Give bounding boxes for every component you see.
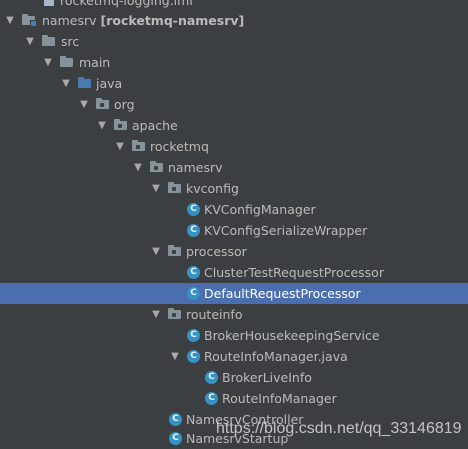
package-icon: [96, 98, 109, 109]
class-icon: C: [187, 329, 200, 342]
project-tree: rocketmq-logging.iml ▼ namesrv [rocketmq…: [0, 0, 468, 449]
tree-row-apache[interactable]: ▼ apache: [0, 115, 468, 136]
tree-row-label: main: [79, 55, 111, 70]
expand-arrow-icon[interactable]: ▼: [150, 241, 162, 262]
tree-row-label: src: [61, 34, 80, 49]
class-icon: C: [187, 266, 200, 279]
tree-row-label: namesrv: [168, 160, 223, 175]
expand-arrow-icon[interactable]: ▼: [42, 52, 54, 73]
package-icon: [114, 119, 127, 130]
expand-arrow-icon[interactable]: ▼: [4, 10, 16, 31]
tree-row-label: routeinfo: [186, 307, 243, 322]
tree-row-label: java: [96, 76, 123, 91]
tree-row-main[interactable]: ▼ main: [0, 52, 468, 73]
expand-arrow-icon[interactable]: ▼: [114, 136, 126, 157]
package-icon: [168, 182, 181, 193]
tree-row-routeinfo[interactable]: ▼ routeinfo: [0, 304, 468, 325]
expand-arrow-icon[interactable]: ▼: [24, 31, 36, 52]
tree-row-label: apache: [132, 118, 178, 133]
class-icon: C: [205, 392, 218, 405]
module-folder-icon: [22, 14, 37, 27]
tree-row-java[interactable]: ▼ java: [0, 73, 468, 94]
tree-row-label: KVConfigManager: [204, 202, 316, 217]
folder-icon: [42, 35, 55, 46]
iml-file-icon: [44, 0, 54, 6]
tree-row-label: RouteInfoManager.java: [204, 349, 348, 364]
tree-row-label: KVConfigSerializeWrapper: [204, 223, 368, 238]
package-icon: [168, 245, 181, 256]
tree-row-org[interactable]: ▼ org: [0, 94, 468, 115]
tree-row-kvconfig[interactable]: ▼ kvconfig: [0, 178, 468, 199]
tree-row-src[interactable]: ▼ src: [0, 31, 468, 52]
tree-row-label: kvconfig: [186, 181, 239, 196]
class-icon: C: [187, 350, 200, 363]
class-icon: C: [205, 371, 218, 384]
expand-arrow-icon[interactable]: ▼: [169, 346, 181, 367]
tree-row-label: DefaultRequestProcessor: [204, 286, 361, 301]
tree-row-class[interactable]: C RouteInfoManager: [0, 388, 468, 409]
tree-row-label: ClusterTestRequestProcessor: [204, 265, 384, 280]
folder-icon: [60, 56, 73, 67]
tree-row-label: BrokerHousekeepingService: [204, 328, 380, 343]
tree-row-class[interactable]: C BrokerHousekeepingService: [0, 325, 468, 346]
expand-arrow-icon[interactable]: ▼: [96, 115, 108, 136]
class-icon: C: [187, 203, 200, 216]
tree-row-label: RouteInfoManager: [222, 391, 337, 406]
tree-row-java-file[interactable]: ▼ C RouteInfoManager.java: [0, 346, 468, 367]
tree-row-label: processor: [186, 244, 247, 259]
expand-arrow-icon[interactable]: ▼: [150, 304, 162, 325]
tree-row-label: rocketmq: [150, 139, 209, 154]
tree-row-class[interactable]: C KVConfigSerializeWrapper: [0, 220, 468, 241]
tree-row-label: BrokerLiveInfo: [222, 370, 312, 385]
package-icon: [168, 308, 181, 319]
class-icon: C: [169, 432, 182, 445]
module-name: namesrv: [42, 13, 97, 28]
class-icon: C: [187, 224, 200, 237]
class-icon: C: [187, 287, 200, 300]
tree-row-class[interactable]: C BrokerLiveInfo: [0, 367, 468, 388]
source-folder-icon: [78, 77, 91, 88]
tree-row-processor[interactable]: ▼ processor: [0, 241, 468, 262]
expand-arrow-icon[interactable]: ▼: [60, 73, 72, 94]
tree-row-class-selected[interactable]: C DefaultRequestProcessor: [0, 283, 468, 304]
expand-arrow-icon[interactable]: ▼: [78, 94, 90, 115]
tree-row-namesrv-package[interactable]: ▼ namesrv: [0, 157, 468, 178]
tree-row-label: org: [114, 97, 135, 112]
tree-row-module-namesrv[interactable]: ▼ namesrv [rocketmq-namesrv]: [0, 10, 468, 31]
module-qualifier: [rocketmq-namesrv]: [100, 13, 245, 28]
watermark-text: https://blog.csdn.net/qq_33146819: [216, 420, 462, 437]
tree-row-rocketmq[interactable]: ▼ rocketmq: [0, 136, 468, 157]
class-icon: C: [169, 413, 182, 426]
package-icon: [132, 140, 145, 151]
tree-row-class[interactable]: C ClusterTestRequestProcessor: [0, 262, 468, 283]
expand-arrow-icon[interactable]: ▼: [132, 157, 144, 178]
expand-arrow-icon[interactable]: ▼: [150, 178, 162, 199]
package-icon: [150, 161, 163, 172]
tree-row-class[interactable]: C KVConfigManager: [0, 199, 468, 220]
